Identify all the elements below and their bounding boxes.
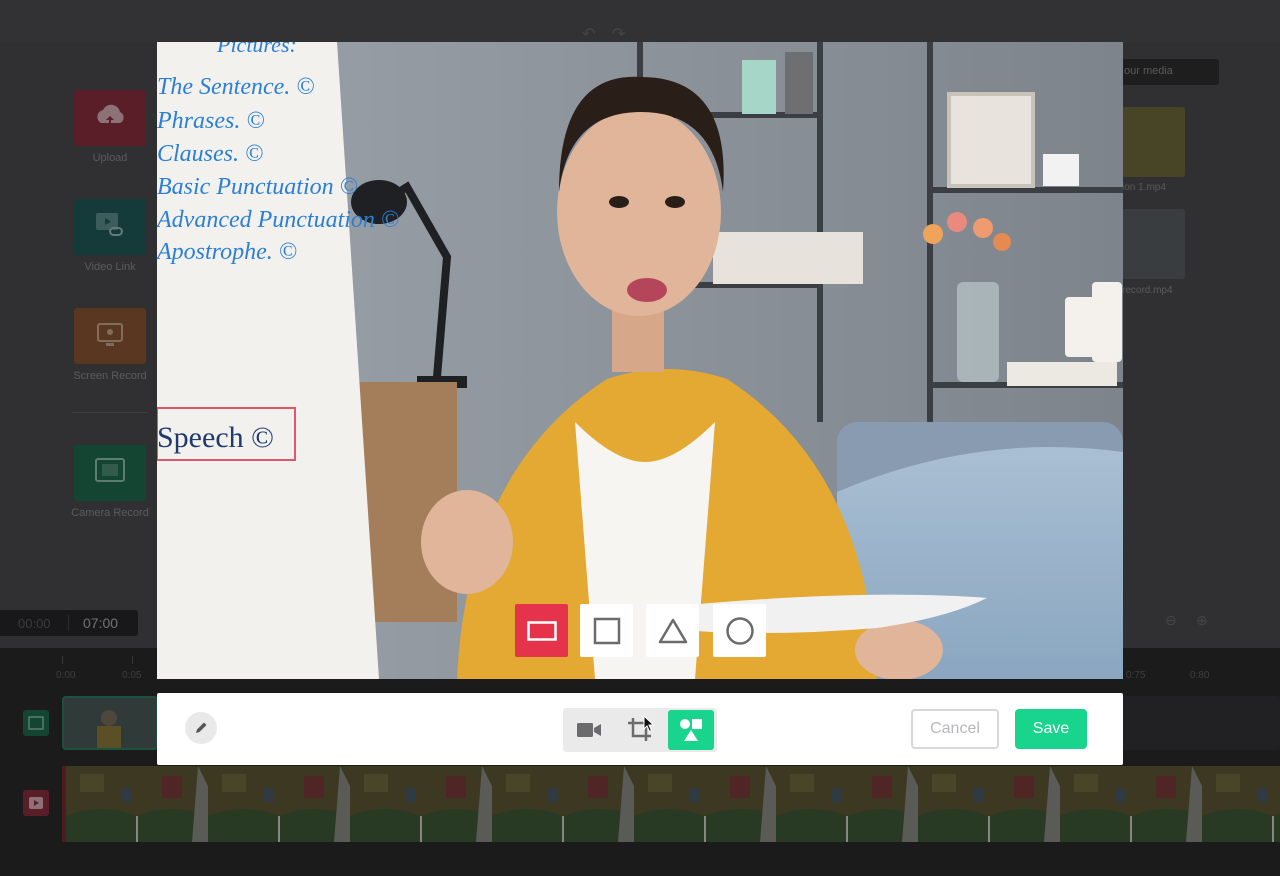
video-mode-button[interactable] (566, 710, 612, 750)
square-icon (593, 617, 620, 644)
crop-mode-group (563, 708, 717, 752)
edit-button[interactable] (185, 712, 217, 744)
crop-toolbar: Cancel Save (157, 693, 1123, 765)
whiteboard-boxed: Speech © (157, 421, 274, 454)
crop-mode-button[interactable] (617, 710, 663, 750)
shape-square-button[interactable] (580, 604, 633, 657)
whiteboard-line: Advanced Punctuation © (157, 207, 399, 233)
whiteboard-line: Apostrophe. © (157, 239, 297, 265)
video-preview[interactable]: The Sentence. © Phrases. © Clauses. © Ba… (157, 42, 1123, 679)
triangle-icon (658, 618, 687, 643)
save-button[interactable]: Save (1015, 709, 1087, 749)
whiteboard-line: The Sentence. © (157, 74, 315, 100)
whiteboard-line: Clauses. © (157, 141, 263, 167)
shapes-icon (680, 719, 702, 741)
cancel-button[interactable]: Cancel (911, 709, 999, 749)
whiteboard-line: Phrases. © (157, 108, 265, 134)
video-frame: The Sentence. © Phrases. © Clauses. © Ba… (157, 42, 1123, 679)
shape-circle-button[interactable] (713, 604, 766, 657)
mouse-cursor-icon (643, 715, 655, 733)
rectangle-icon (526, 620, 557, 641)
whiteboard-header: Pictures: (216, 42, 297, 57)
pencil-icon (196, 722, 207, 733)
whiteboard-line: Basic Punctuation © (157, 174, 358, 200)
shape-rectangle-button[interactable] (515, 604, 568, 657)
circle-icon (725, 616, 754, 645)
video-camera-icon (577, 723, 601, 737)
shapes-mode-button[interactable] (668, 710, 714, 750)
shape-triangle-button[interactable] (646, 604, 699, 657)
